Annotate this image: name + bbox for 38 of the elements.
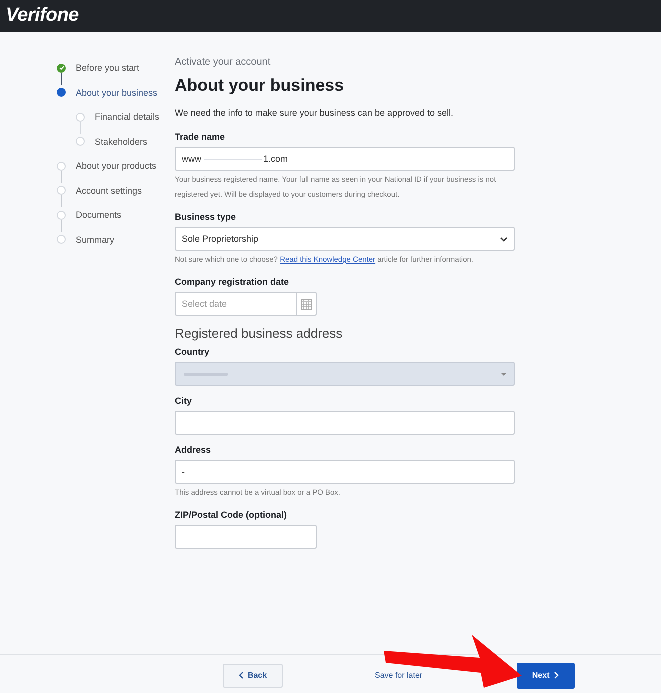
input-field[interactable]: - [175, 460, 515, 484]
back-button[interactable]: Back [223, 664, 283, 688]
date-field[interactable]: Select date [175, 292, 317, 316]
field-value: Sole Proprietorship [182, 234, 259, 244]
field-label: City [175, 396, 194, 406]
step-label[interactable]: Financial details [95, 112, 160, 122]
field-label: Trade name [175, 132, 226, 142]
field-label: Company registration date [175, 277, 290, 287]
input-field[interactable]: www 1.com [175, 147, 515, 171]
chevron-left-icon [238, 672, 244, 679]
step-label[interactable]: Before you start [76, 63, 140, 74]
chevron-down-icon [500, 236, 508, 242]
intro-text: We need the info to make sure your business can be approved to sell. [175, 108, 454, 118]
field-value: 1.com [264, 154, 288, 164]
page-title: About your business [175, 76, 346, 96]
step-label[interactable]: About your products [76, 161, 157, 172]
next-button[interactable]: Next [516, 662, 575, 688]
step-label[interactable]: Documents [76, 210, 122, 220]
input-field[interactable] [175, 525, 317, 549]
field-label: Country [175, 347, 210, 357]
field-label: Business type [175, 212, 238, 222]
breadcrumb-text: Activate your account [175, 57, 272, 68]
field-value: www [182, 154, 202, 164]
chevron-right-icon [554, 672, 559, 679]
field-label: Address [175, 445, 212, 455]
verifone-logo: Verifone [6, 5, 79, 27]
step-label[interactable]: Stakeholders [95, 136, 148, 147]
input-field[interactable] [175, 411, 515, 435]
step-label[interactable]: Summary [76, 234, 115, 245]
dropdown-triangle-icon [500, 372, 508, 376]
section-heading: Registered business address [175, 326, 344, 341]
step-label[interactable]: Account settings [76, 186, 142, 196]
save-for-later-link[interactable]: Save for later [375, 671, 423, 680]
field-label: ZIP/Postal Code (optional) [175, 510, 288, 520]
field-value: - [182, 467, 185, 477]
step-label[interactable]: About your business [76, 88, 158, 98]
calendar-icon[interactable] [301, 298, 312, 310]
dropdown-field[interactable]: Sole Proprietorship [175, 227, 515, 251]
